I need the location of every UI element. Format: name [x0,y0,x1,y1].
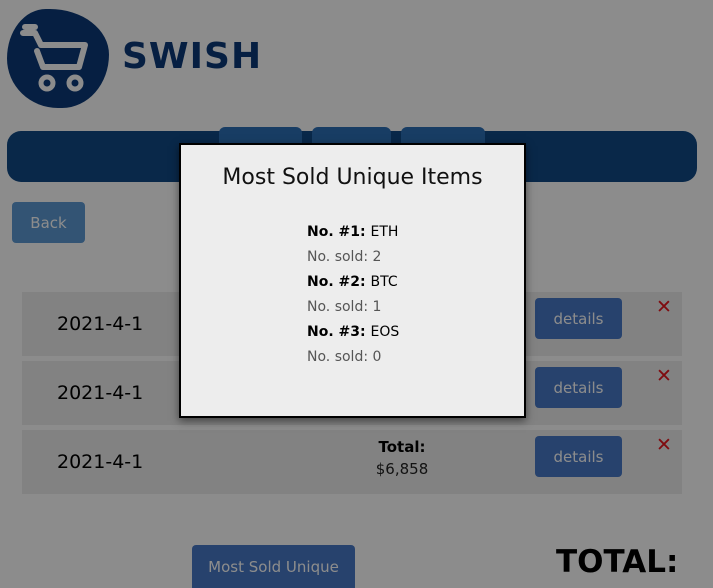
item-name: EOS [370,324,400,340]
page: SWISH Back 2021-4-1 details ✕ 2021-4-1 d… [0,0,713,588]
item-rank: No. #1: [307,224,366,240]
list-item: No. #3: EOS No. sold: 0 [307,320,524,370]
item-sold-count: No. sold: 0 [307,349,382,365]
item-name: ETH [370,224,399,240]
modal-title: Most Sold Unique Items [222,165,483,190]
list-item: No. #1: ETH No. sold: 2 [307,220,524,270]
item-name: BTC [370,274,398,290]
most-sold-list: No. #1: ETH No. sold: 2 No. #2: BTC No. … [181,220,524,370]
most-sold-modal: Most Sold Unique Items No. #1: ETH No. s… [179,143,526,418]
item-rank: No. #2: [307,274,366,290]
item-sold-count: No. sold: 2 [307,249,382,265]
item-rank: No. #3: [307,324,366,340]
item-sold-count: No. sold: 1 [307,299,382,315]
list-item: No. #2: BTC No. sold: 1 [307,270,524,320]
